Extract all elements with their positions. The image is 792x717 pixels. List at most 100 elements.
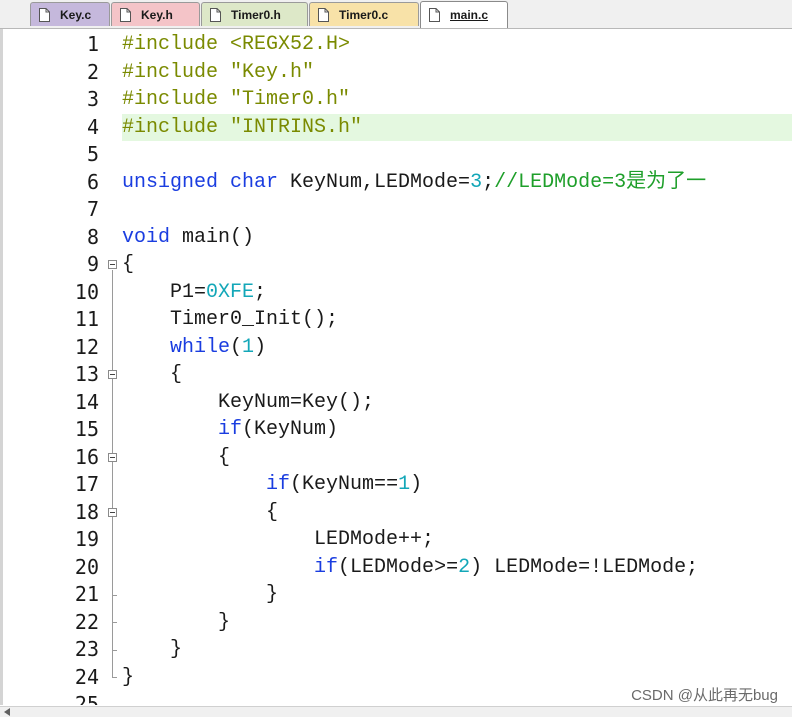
line-number: 18 (74, 499, 99, 524)
code-token-txt: ; (254, 280, 267, 304)
fold-guide-line (112, 269, 113, 678)
code-token-txt: KeyNum=Key(); (122, 390, 375, 414)
line-number: 20 (74, 554, 99, 579)
code-line[interactable]: #include <REGX52.H> (122, 31, 792, 59)
code-token-txt: ) (410, 473, 423, 496)
tab-label: main.c (450, 8, 489, 22)
code-area[interactable]: #include <REGX52.H> #include "Key.h" #incl… (122, 29, 792, 705)
fold-end-marker (112, 677, 117, 679)
fold-collapse-icon[interactable] (108, 260, 117, 270)
code-editor[interactable]: 1 2 3 4 5 6 7 8 9 10 11 12 13 14 15 16 17 18 19 20 21 22 23 24 2… (0, 29, 792, 705)
line-number: 14 (74, 389, 99, 414)
code-token-kw: if (218, 418, 243, 441)
code-line[interactable] (122, 141, 792, 169)
code-token-kw: if (266, 473, 291, 496)
code-line[interactable]: } (122, 609, 792, 637)
line-number: 10 (74, 279, 99, 304)
code-token-num: 2 (458, 555, 471, 579)
fold-margin[interactable] (107, 29, 119, 705)
tab-timer0-c[interactable]: Timer0.c (309, 2, 419, 26)
code-line[interactable]: unsigned char KeyNum,LEDMode=3;//LEDMode… (122, 169, 792, 197)
line-number: 9 (86, 252, 99, 276)
code-token-pre: #include (122, 60, 231, 84)
line-number: 6 (86, 169, 99, 194)
code-line[interactable]: if(KeyNum) (122, 416, 792, 444)
line-number: 8 (86, 224, 99, 249)
code-token-txt: (LEDMode>= (338, 555, 459, 579)
line-number: 19 (74, 527, 99, 551)
fold-end-marker (112, 594, 117, 596)
line-number: 2 (86, 59, 99, 84)
line-number: 1 (86, 32, 99, 56)
fold-collapse-icon[interactable] (108, 452, 117, 462)
watermark: CSDN @从此再无bug (631, 687, 778, 704)
fold-end-marker (112, 622, 117, 624)
code-line[interactable]: Timer0_Init(); (122, 306, 792, 334)
code-line[interactable] (122, 196, 792, 224)
code-token-pre: #include (122, 33, 231, 56)
code-token-txt: ( (230, 335, 243, 359)
code-token-txt: { (122, 253, 135, 276)
code-token-txt: LEDMode++; (122, 528, 435, 551)
line-number: 16 (74, 444, 99, 469)
code-token-num: 1 (398, 473, 411, 496)
code-token-kw: unsigned char (122, 170, 291, 194)
code-line[interactable]: } (122, 581, 792, 609)
file-icon (120, 7, 131, 22)
tab-key-c[interactable]: Key.c (30, 2, 110, 26)
line-number: 11 (74, 307, 99, 331)
file-icon (318, 7, 329, 22)
code-line[interactable]: { (122, 251, 792, 279)
tab-label: Timer0.c (339, 7, 389, 22)
line-number: 21 (74, 582, 99, 606)
code-token-kw: void (122, 225, 183, 249)
code-line[interactable]: while(1) (122, 334, 792, 362)
code-token-txt: { (122, 363, 183, 386)
line-number: 12 (74, 334, 99, 359)
line-number: 5 (86, 142, 99, 166)
code-line[interactable]: void main() (122, 224, 792, 252)
fold-collapse-icon[interactable] (108, 507, 117, 517)
scroll-left-arrow-icon[interactable] (4, 708, 10, 716)
code-line[interactable]: LEDMode++; (122, 526, 792, 554)
code-token-kw: while (170, 335, 231, 359)
line-number: 25 (74, 692, 99, 705)
code-token-num: 0XFE (206, 280, 255, 304)
file-tab-bar: Key.c Key.h Timer0.h Timer0.c main.c (0, 0, 792, 29)
tab-timer0-h[interactable]: Timer0.h (201, 2, 308, 26)
line-number: 4 (86, 114, 99, 139)
code-token-txt: } (122, 583, 279, 606)
code-line[interactable]: if(KeyNum==1) (122, 471, 792, 499)
code-line[interactable]: P1=0XFE; (122, 279, 792, 307)
code-token-txt: Timer0_Init(); (122, 308, 339, 331)
code-token-txt: { (122, 500, 279, 524)
tab-label: Key.h (141, 7, 173, 22)
code-token-txt: ; (482, 170, 495, 194)
tab-key-h[interactable]: Key.h (111, 2, 200, 26)
code-token-pre: #include (122, 115, 231, 139)
code-line[interactable]: if(LEDMode>=2) LEDMode=!LEDMode; (122, 554, 792, 582)
code-token-kw: if (314, 555, 339, 579)
line-number-gutter: 1 2 3 4 5 6 7 8 9 10 11 12 13 14 15 16 17 18 19 20 21 22 23 24 2… (3, 29, 103, 705)
code-token-txt: } (122, 610, 231, 634)
code-token-txt: ) (254, 335, 267, 359)
tab-label: Key.c (60, 7, 92, 22)
fold-end-marker (112, 649, 117, 651)
tab-main-c[interactable]: main.c (420, 1, 508, 28)
code-line[interactable]: KeyNum=Key(); (122, 389, 792, 417)
code-line[interactable]: #include "Key.h" (122, 59, 792, 87)
code-token-str: "INTRINS.h" (230, 115, 363, 139)
line-number: 3 (86, 87, 99, 111)
horizontal-scrollbar[interactable] (0, 706, 792, 717)
code-line[interactable]: { (122, 444, 792, 472)
code-token-txt: KeyNum,LEDMode= (290, 170, 471, 194)
code-line[interactable]: } (122, 636, 792, 664)
code-line[interactable]: #include "Timer0.h" (122, 86, 792, 114)
code-line[interactable]: #include "INTRINS.h" (122, 113, 792, 141)
code-token-txt: P1= (122, 280, 207, 304)
code-line[interactable]: { (122, 361, 792, 389)
code-line[interactable]: { (122, 499, 792, 527)
fold-collapse-icon[interactable] (108, 370, 117, 380)
